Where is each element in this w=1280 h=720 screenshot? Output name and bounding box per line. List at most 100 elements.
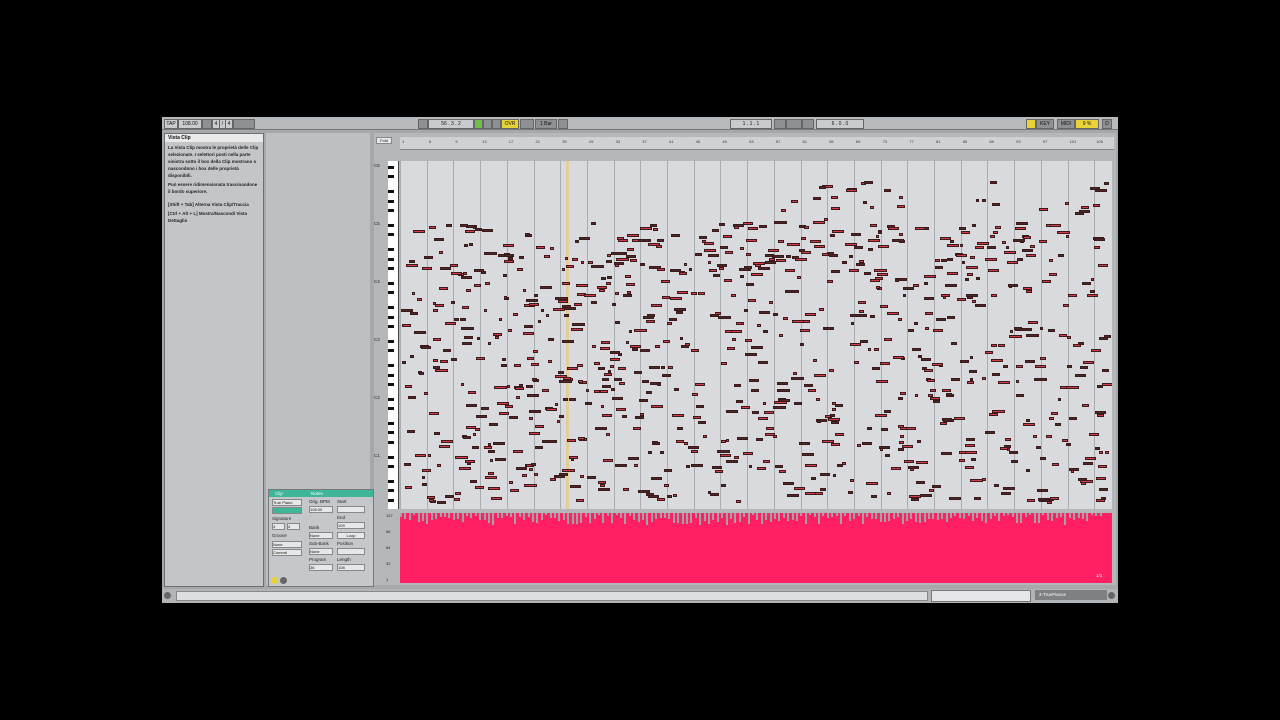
midi-note[interactable] xyxy=(785,255,791,259)
midi-note[interactable] xyxy=(475,485,484,489)
midi-note[interactable] xyxy=(453,318,460,322)
midi-note[interactable] xyxy=(488,486,501,490)
midi-note[interactable] xyxy=(450,263,459,267)
midi-note[interactable] xyxy=(1026,333,1040,337)
midi-note[interactable] xyxy=(1082,361,1094,365)
midi-note[interactable] xyxy=(757,323,761,327)
midi-note[interactable] xyxy=(809,240,822,244)
midi-note[interactable] xyxy=(1054,422,1062,426)
midi-note[interactable] xyxy=(418,371,425,375)
midi-note[interactable] xyxy=(736,436,749,440)
midi-note[interactable] xyxy=(697,421,706,425)
midi-note[interactable] xyxy=(708,260,712,264)
keyboard-icon[interactable] xyxy=(1026,119,1036,129)
midi-note[interactable] xyxy=(542,439,549,443)
midi-note[interactable] xyxy=(657,239,664,243)
black-key[interactable] xyxy=(388,349,394,353)
midi-note[interactable] xyxy=(855,262,865,266)
midi-note[interactable] xyxy=(600,347,611,351)
midi-note[interactable] xyxy=(1025,418,1031,422)
midi-note[interactable] xyxy=(629,344,641,348)
midi-note[interactable] xyxy=(570,328,584,332)
midi-note[interactable] xyxy=(532,378,538,382)
midi-note[interactable] xyxy=(690,291,697,295)
midi-note[interactable] xyxy=(1066,365,1072,369)
midi-note[interactable] xyxy=(441,440,453,444)
midi-note[interactable] xyxy=(895,278,900,282)
black-key[interactable] xyxy=(388,421,394,425)
midi-note[interactable] xyxy=(966,265,979,269)
midi-note[interactable] xyxy=(580,260,585,264)
midi-note[interactable] xyxy=(902,287,914,291)
midi-note[interactable] xyxy=(810,477,817,481)
midi-note[interactable] xyxy=(926,378,935,382)
midi-note[interactable] xyxy=(985,430,996,434)
black-key[interactable] xyxy=(388,175,394,179)
midi-note[interactable] xyxy=(614,464,627,468)
midi-note[interactable] xyxy=(794,258,807,262)
midi-note[interactable] xyxy=(736,400,743,404)
midi-note[interactable] xyxy=(586,389,590,393)
midi-note[interactable] xyxy=(1094,245,1101,249)
tempo-field[interactable]: 108.00 xyxy=(178,119,202,129)
midi-note[interactable] xyxy=(719,245,728,249)
midi-note[interactable] xyxy=(440,360,449,364)
midi-note[interactable] xyxy=(591,344,597,348)
midi-note[interactable] xyxy=(1062,438,1068,442)
midi-note[interactable] xyxy=(972,224,977,228)
midi-note[interactable] xyxy=(897,317,902,321)
black-key[interactable] xyxy=(388,165,394,169)
midi-note[interactable] xyxy=(870,495,878,499)
midi-note[interactable] xyxy=(976,277,981,281)
midi-note[interactable] xyxy=(730,293,737,297)
nudge-icon[interactable] xyxy=(202,119,212,129)
midi-note[interactable] xyxy=(634,371,643,375)
midi-note[interactable] xyxy=(1004,438,1011,442)
midi-note[interactable] xyxy=(734,226,740,230)
midi-note[interactable] xyxy=(802,453,814,457)
midi-note[interactable] xyxy=(929,396,941,400)
midi-note[interactable] xyxy=(816,397,821,401)
midi-note[interactable] xyxy=(508,416,519,420)
midi-note[interactable] xyxy=(778,333,784,337)
midi-note[interactable] xyxy=(575,499,585,503)
midi-note[interactable] xyxy=(960,359,970,363)
midi-note[interactable] xyxy=(628,329,633,333)
midi-note[interactable] xyxy=(572,322,585,326)
midi-note[interactable] xyxy=(876,286,881,290)
midi-note[interactable] xyxy=(535,424,544,428)
midi-note[interactable] xyxy=(790,289,799,293)
midi-note[interactable] xyxy=(897,425,904,429)
midi-note[interactable] xyxy=(764,410,774,414)
midi-note[interactable] xyxy=(867,347,871,351)
midi-note[interactable] xyxy=(959,458,966,462)
midi-note[interactable] xyxy=(564,256,569,260)
midi-note[interactable] xyxy=(675,310,684,314)
midi-note[interactable] xyxy=(905,426,916,430)
overdub-button[interactable]: OVR xyxy=(501,119,519,129)
midi-note[interactable] xyxy=(1038,208,1049,212)
midi-note[interactable] xyxy=(651,405,664,409)
midi-note[interactable] xyxy=(875,235,879,239)
midi-note[interactable] xyxy=(734,455,740,459)
midi-note[interactable] xyxy=(1038,497,1046,501)
midi-note[interactable] xyxy=(613,261,624,265)
midi-note[interactable] xyxy=(1086,294,1099,298)
midi-note[interactable] xyxy=(1089,290,1096,294)
midi-note[interactable] xyxy=(942,417,953,421)
midi-note[interactable] xyxy=(816,419,821,423)
midi-note[interactable] xyxy=(587,476,597,480)
midi-note[interactable] xyxy=(626,254,637,258)
midi-note[interactable] xyxy=(1021,327,1033,331)
midi-note[interactable] xyxy=(857,444,861,448)
midi-note[interactable] xyxy=(562,340,574,344)
midi-note[interactable] xyxy=(494,385,508,389)
midi-note[interactable] xyxy=(1094,446,1100,450)
midi-note[interactable] xyxy=(890,467,902,471)
midi-note[interactable] xyxy=(591,265,604,269)
midi-note[interactable] xyxy=(1080,206,1090,209)
midi-note[interactable] xyxy=(552,307,566,311)
midi-note[interactable] xyxy=(1080,365,1089,369)
midi-note[interactable] xyxy=(617,367,627,371)
midi-note[interactable] xyxy=(898,195,903,199)
